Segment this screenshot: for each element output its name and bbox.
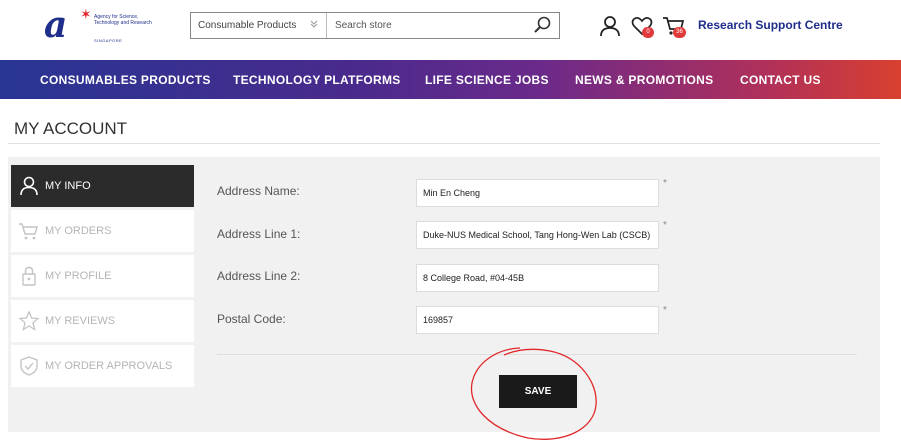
- search-icon: [534, 16, 551, 33]
- sidebar-item-my-order-approvals[interactable]: MY ORDER APPROVALS: [11, 345, 194, 387]
- address-line-1-input[interactable]: [416, 221, 659, 249]
- nav-consumables-products[interactable]: CONSUMABLES PRODUCTS: [40, 73, 211, 87]
- shield-check-icon: [20, 356, 38, 376]
- nav-life-science-jobs[interactable]: LIFE SCIENCE JOBS: [425, 73, 549, 87]
- sidebar-item-my-orders[interactable]: MY ORDERS: [11, 210, 194, 252]
- address-name-label: Address Name:: [217, 184, 300, 198]
- category-select[interactable]: Consumable Products: [191, 13, 327, 38]
- sidebar-item-my-reviews[interactable]: MY REVIEWS: [11, 300, 194, 342]
- address-line-1-label: Address Line 1:: [217, 227, 301, 241]
- sidebar-item-label: MY ORDERS: [45, 225, 112, 237]
- account-button[interactable]: [598, 14, 622, 38]
- user-icon: [20, 176, 38, 196]
- sidebar-item-label: MY PROFILE: [45, 270, 112, 282]
- required-marker: *: [663, 178, 667, 189]
- nav-contact-us[interactable]: CONTACT US: [740, 73, 821, 87]
- sidebar-item-label: MY INFO: [45, 180, 91, 192]
- site-header: a ✶ Agency for Science, Technology and R…: [0, 0, 901, 60]
- logo-text: Agency for Science, Technology and Resea…: [94, 14, 152, 26]
- cart-icon: [19, 223, 38, 240]
- category-select-value: Consumable Products: [198, 20, 297, 31]
- cart-button[interactable]: 36: [662, 14, 686, 38]
- user-icon: [600, 16, 620, 37]
- title-divider: [8, 143, 880, 144]
- logo-subtext: SINGAPORE: [94, 38, 123, 43]
- star-icon: [18, 310, 40, 331]
- required-marker: *: [663, 220, 667, 231]
- annotation-circle: [470, 347, 597, 440]
- search-bar: Consumable Products: [190, 12, 560, 39]
- cart-count-badge: 36: [673, 27, 686, 38]
- nav-technology-platforms[interactable]: TECHNOLOGY PLATFORMS: [233, 73, 401, 87]
- address-line-2-input[interactable]: [416, 264, 659, 292]
- astar-logo[interactable]: a ✶ Agency for Science, Technology and R…: [44, 4, 154, 46]
- logo-mark: a: [44, 4, 68, 46]
- sidebar-item-label: MY REVIEWS: [45, 315, 116, 327]
- address-name-input[interactable]: [416, 179, 659, 207]
- postal-code-input[interactable]: [416, 306, 659, 334]
- search-button[interactable]: [531, 15, 553, 35]
- sidebar-item-my-profile[interactable]: MY PROFILE: [11, 255, 194, 297]
- wishlist-button[interactable]: 0: [630, 14, 654, 38]
- sidebar-item-my-info[interactable]: MY INFO: [11, 165, 194, 207]
- nav-news-promotions[interactable]: NEWS & PROMOTIONS: [575, 73, 713, 87]
- required-marker: *: [663, 305, 667, 316]
- research-support-centre-link[interactable]: Research Support Centre: [698, 18, 843, 32]
- search-input[interactable]: [328, 13, 518, 38]
- wishlist-count-badge: 0: [642, 27, 654, 38]
- lock-icon: [22, 266, 36, 286]
- main-nav: CONSUMABLES PRODUCTS TECHNOLOGY PLATFORM…: [0, 60, 901, 99]
- address-line-2-label: Address Line 2:: [217, 269, 301, 283]
- postal-code-label: Postal Code:: [217, 312, 286, 326]
- account-content: MY INFO MY ORDERS MY PROFILE MY REVIEWS …: [8, 157, 880, 432]
- page-title: MY ACCOUNT: [14, 119, 128, 138]
- logo-star-icon: ✶: [80, 6, 92, 22]
- sidebar-item-label: MY ORDER APPROVALS: [45, 360, 173, 372]
- chevron-down-icon: [310, 19, 318, 31]
